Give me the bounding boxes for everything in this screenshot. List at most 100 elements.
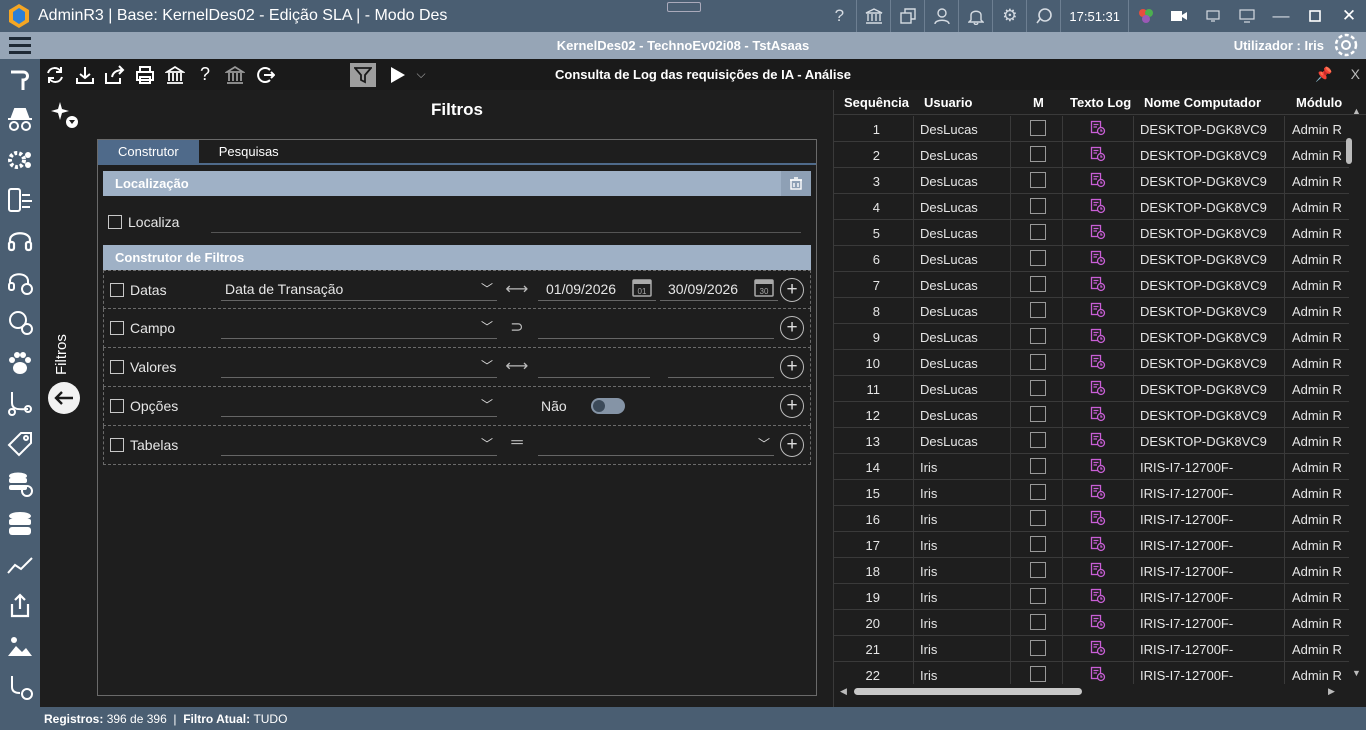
- vertical-scroll-thumb[interactable]: [1346, 138, 1352, 164]
- color-palette-icon[interactable]: [1128, 0, 1162, 32]
- sidebar-database-sync-icon[interactable]: [0, 464, 40, 505]
- valores-field-select[interactable]: ﹀: [221, 354, 497, 378]
- col-sequencia[interactable]: Sequência: [844, 95, 909, 110]
- table-row[interactable]: 9 DesLucas DESKTOP-DGK8VC9 Admin R: [834, 324, 1349, 350]
- bank-icon[interactable]: [856, 0, 890, 32]
- add-tabelas-button[interactable]: +: [780, 433, 804, 457]
- exit-icon[interactable]: [250, 60, 280, 90]
- valor-from-input[interactable]: [538, 354, 650, 378]
- sidebar-upload-icon[interactable]: [0, 586, 40, 627]
- col-m[interactable]: M: [1033, 95, 1044, 110]
- table-row[interactable]: 20 Iris IRIS-I7-12700F- Admin R: [834, 610, 1349, 636]
- table-row[interactable]: 12 DesLucas DESKTOP-DGK8VC9 Admin R: [834, 402, 1349, 428]
- sidebar-headset-filter-icon[interactable]: [0, 262, 40, 303]
- col-modulo[interactable]: Módulo: [1296, 95, 1342, 110]
- row-mark-checkbox[interactable]: [1030, 276, 1046, 292]
- localiza-input[interactable]: [211, 232, 801, 233]
- user-icon[interactable]: [924, 0, 958, 32]
- contains-operator-icon[interactable]: ⊃: [504, 317, 530, 336]
- help-toolbar-icon[interactable]: ?: [190, 60, 220, 90]
- row-mark-checkbox[interactable]: [1030, 224, 1046, 240]
- sidebar-database-icon[interactable]: [0, 505, 40, 546]
- clear-eraser-icon[interactable]: [781, 171, 811, 196]
- sidebar-paw-icon[interactable]: [0, 343, 40, 384]
- table-row[interactable]: 17 Iris IRIS-I7-12700F- Admin R: [834, 532, 1349, 558]
- horizontal-scrollbar[interactable]: ◀ ▶: [834, 684, 1349, 698]
- row-mark-checkbox[interactable]: [1030, 484, 1046, 500]
- ai-sparkle-filter-icon[interactable]: [50, 100, 80, 135]
- chat-icon[interactable]: [1026, 0, 1060, 32]
- log-text-icon[interactable]: [1090, 328, 1106, 347]
- bank-export-icon[interactable]: [160, 60, 190, 90]
- table-row[interactable]: 18 Iris IRIS-I7-12700F- Admin R: [834, 558, 1349, 584]
- table-row[interactable]: 2 DesLucas DESKTOP-DGK8VC9 Admin R: [834, 142, 1349, 168]
- log-text-icon[interactable]: [1090, 432, 1106, 451]
- log-text-icon[interactable]: [1090, 302, 1106, 321]
- add-campo-button[interactable]: +: [780, 316, 804, 340]
- log-text-icon[interactable]: [1090, 666, 1106, 684]
- scroll-down-icon[interactable]: ▼: [1352, 668, 1361, 678]
- row-mark-checkbox[interactable]: [1030, 640, 1046, 656]
- row-mark-checkbox[interactable]: [1030, 302, 1046, 318]
- filter-toggle-button[interactable]: [350, 62, 376, 87]
- row-mark-checkbox[interactable]: [1030, 666, 1046, 682]
- row-mark-checkbox[interactable]: [1030, 354, 1046, 370]
- gear-icon[interactable]: ⚙: [992, 0, 1026, 32]
- sidebar-image-icon[interactable]: [0, 626, 40, 667]
- sidebar-spy-icon[interactable]: [0, 100, 40, 141]
- row-mark-checkbox[interactable]: [1030, 536, 1046, 552]
- log-text-icon[interactable]: [1090, 484, 1106, 503]
- log-text-icon[interactable]: [1090, 640, 1106, 659]
- add-datas-button[interactable]: +: [780, 278, 804, 302]
- play-icon[interactable]: [382, 60, 412, 90]
- col-usuario[interactable]: Usuario: [924, 95, 972, 110]
- tabelas-value-select[interactable]: ﹀: [538, 432, 774, 456]
- sidebar-settings-users-icon[interactable]: [0, 140, 40, 181]
- scroll-up-icon[interactable]: ▲: [1352, 106, 1361, 116]
- datas-field-select[interactable]: Data de Transação ﹀: [221, 277, 497, 301]
- table-row[interactable]: 21 Iris IRIS-I7-12700F- Admin R: [834, 636, 1349, 662]
- campo-field-select[interactable]: ﹀: [221, 315, 497, 339]
- download-icon[interactable]: [70, 60, 100, 90]
- table-row[interactable]: 1 DesLucas DESKTOP-DGK8VC9 Admin R: [834, 116, 1349, 142]
- datas-checkbox[interactable]: [110, 283, 124, 297]
- table-row[interactable]: 19 Iris IRIS-I7-12700F- Admin R: [834, 584, 1349, 610]
- campo-checkbox[interactable]: [110, 321, 124, 335]
- log-text-icon[interactable]: [1090, 406, 1106, 425]
- log-text-icon[interactable]: [1090, 354, 1106, 373]
- close-panel-button[interactable]: X: [1351, 66, 1360, 83]
- campo-value-input[interactable]: [538, 315, 774, 339]
- log-text-icon[interactable]: [1090, 120, 1106, 139]
- sidebar-mobile-network-icon[interactable]: [0, 181, 40, 222]
- row-mark-checkbox[interactable]: [1030, 328, 1046, 344]
- table-row[interactable]: 6 DesLucas DESKTOP-DGK8VC9 Admin R: [834, 246, 1349, 272]
- tabelas-checkbox[interactable]: [110, 438, 124, 452]
- log-text-icon[interactable]: [1090, 224, 1106, 243]
- vertical-scrollbar[interactable]: ▲ ▼: [1349, 106, 1361, 683]
- log-text-icon[interactable]: [1090, 172, 1106, 191]
- row-mark-checkbox[interactable]: [1030, 120, 1046, 136]
- log-text-icon[interactable]: [1090, 380, 1106, 399]
- log-text-icon[interactable]: [1090, 146, 1106, 165]
- calendar-from-icon[interactable]: 01: [632, 277, 652, 297]
- table-row[interactable]: 15 Iris IRIS-I7-12700F- Admin R: [834, 480, 1349, 506]
- hamburger-menu-icon[interactable]: [0, 32, 40, 59]
- close-window-button[interactable]: ✕: [1332, 0, 1366, 32]
- opcoes-checkbox[interactable]: [110, 399, 124, 413]
- row-mark-checkbox[interactable]: [1030, 562, 1046, 578]
- row-mark-checkbox[interactable]: [1030, 432, 1046, 448]
- valor-to-input[interactable]: [668, 354, 774, 378]
- table-row[interactable]: 13 DesLucas DESKTOP-DGK8VC9 Admin R: [834, 428, 1349, 454]
- log-text-icon[interactable]: [1090, 510, 1106, 529]
- camera-icon[interactable]: [1162, 0, 1196, 32]
- opcoes-field-select[interactable]: ﹀: [221, 393, 497, 417]
- row-mark-checkbox[interactable]: [1030, 458, 1046, 474]
- row-mark-checkbox[interactable]: [1030, 380, 1046, 396]
- sidebar-flow-check-icon[interactable]: [0, 667, 40, 708]
- monitor-small-icon[interactable]: [1196, 0, 1230, 32]
- sidebar-support-filter-icon[interactable]: [0, 302, 40, 343]
- sidebar-trend-icon[interactable]: [0, 545, 40, 586]
- windows-icon[interactable]: [890, 0, 924, 32]
- valores-checkbox[interactable]: [110, 360, 124, 374]
- row-mark-checkbox[interactable]: [1030, 510, 1046, 526]
